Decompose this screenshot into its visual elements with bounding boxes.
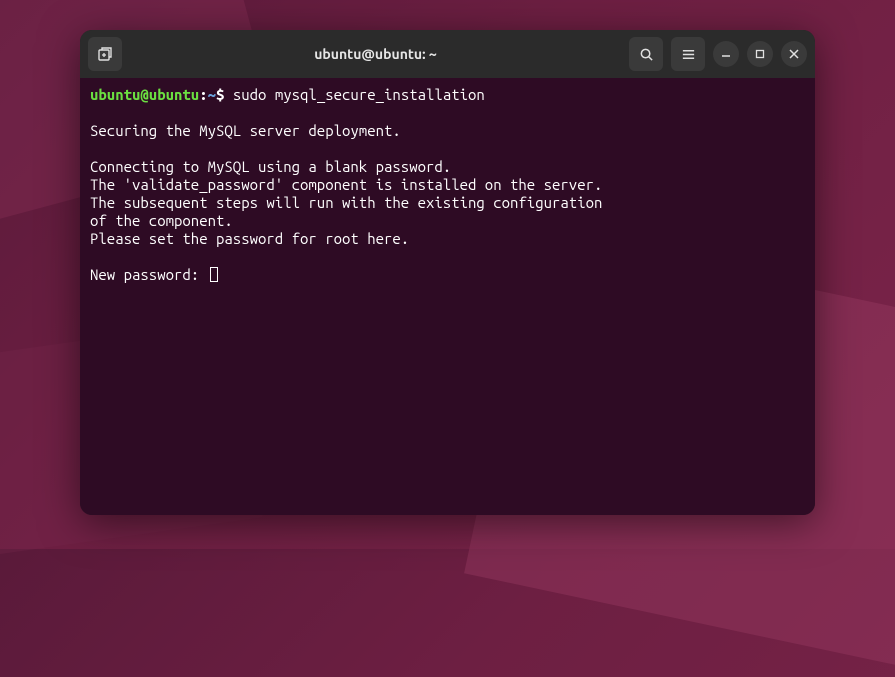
output-line bbox=[90, 140, 805, 158]
prompt-command: sudo mysql_secure_installation bbox=[233, 86, 485, 103]
prompt-line: ubuntu@ubuntu:~$ sudo mysql_secure_insta… bbox=[90, 86, 805, 104]
search-icon bbox=[639, 47, 654, 62]
minimize-button[interactable] bbox=[713, 41, 739, 67]
close-button[interactable] bbox=[781, 41, 807, 67]
prompt-path: ~ bbox=[208, 86, 216, 103]
prompt-symbol: $ bbox=[216, 86, 224, 103]
maximize-button[interactable] bbox=[747, 41, 773, 67]
titlebar[interactable]: ubuntu@ubuntu: ~ bbox=[80, 30, 815, 78]
window-title: ubuntu@ubuntu: ~ bbox=[122, 46, 629, 62]
prompt-separator: : bbox=[199, 86, 207, 103]
prompt-user-host: ubuntu@ubuntu bbox=[90, 86, 199, 103]
hamburger-icon bbox=[681, 47, 696, 62]
output-line bbox=[90, 104, 805, 122]
output-line: Securing the MySQL server deployment. bbox=[90, 122, 805, 140]
new-tab-button[interactable] bbox=[88, 37, 122, 71]
output-line: Please set the password for root here. bbox=[90, 230, 805, 248]
search-button[interactable] bbox=[629, 37, 663, 71]
output-line: The subsequent steps will run with the e… bbox=[90, 194, 805, 212]
output-line: of the component. bbox=[90, 212, 805, 230]
minimize-icon bbox=[720, 48, 732, 60]
password-prompt-text: New password: bbox=[90, 266, 208, 283]
terminal-body[interactable]: ubuntu@ubuntu:~$ sudo mysql_secure_insta… bbox=[80, 78, 815, 515]
maximize-icon bbox=[754, 48, 766, 60]
output-line bbox=[90, 248, 805, 266]
password-prompt-line: New password: bbox=[90, 266, 805, 284]
new-tab-icon bbox=[97, 46, 113, 62]
output-line: The 'validate_password' component is ins… bbox=[90, 176, 805, 194]
terminal-cursor bbox=[210, 267, 218, 282]
terminal-window: ubuntu@ubuntu: ~ bbox=[80, 30, 815, 515]
menu-button[interactable] bbox=[671, 37, 705, 71]
close-icon bbox=[788, 48, 800, 60]
output-line: Connecting to MySQL using a blank passwo… bbox=[90, 158, 805, 176]
